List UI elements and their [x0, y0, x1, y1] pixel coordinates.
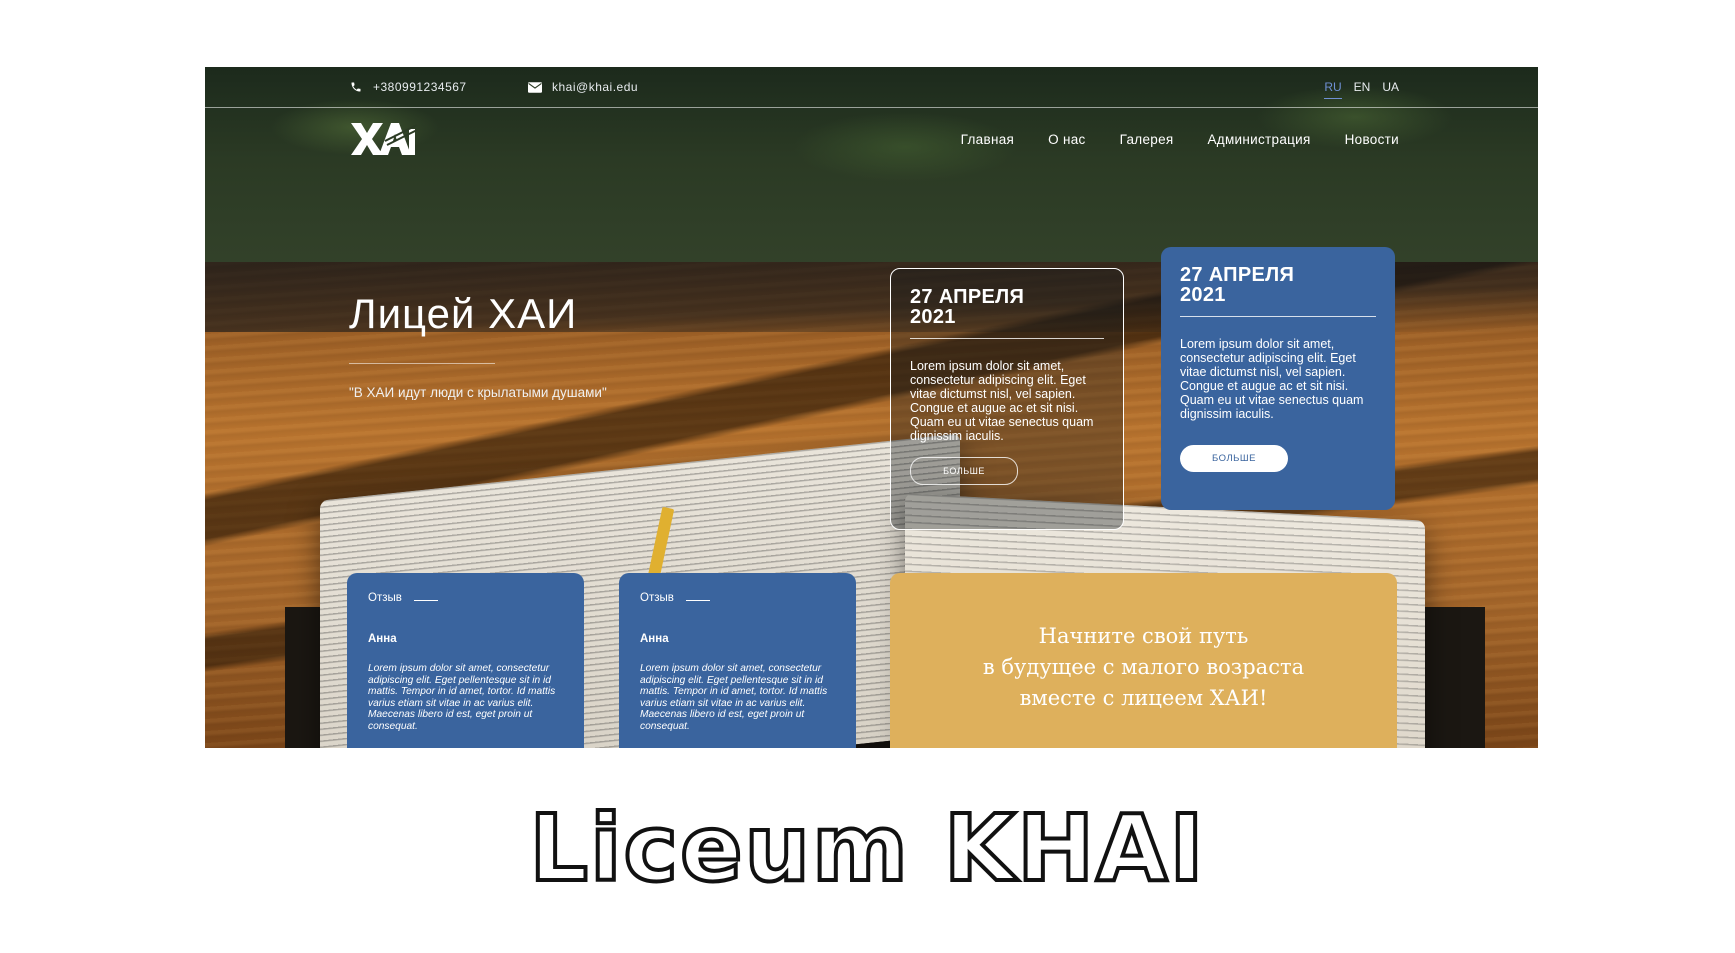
- email-address: khai@khai.edu: [552, 80, 639, 94]
- event-date: 27 АПРЕЛЯ 2021: [1180, 264, 1295, 306]
- main-nav: Главная О нас Галерея Администрация Ново…: [961, 132, 1399, 147]
- lang-ru[interactable]: RU: [1324, 80, 1342, 99]
- email-contact[interactable]: khai@khai.edu: [528, 80, 638, 94]
- nav-gallery[interactable]: Галерея: [1120, 132, 1174, 147]
- review-card: Отзыв Анна Lorem ipsum dolor sit amet, c…: [619, 573, 856, 748]
- review-label-row: Отзыв: [640, 592, 835, 604]
- promo-line: в будущее с малого возраста: [982, 655, 1305, 679]
- hero-title: Лицей ХАИ: [349, 290, 578, 337]
- phone-number: +380991234567: [373, 80, 467, 94]
- review-card: Отзыв Анна Lorem ipsum dolor sit amet, c…: [347, 573, 584, 748]
- nav-news[interactable]: Новости: [1345, 132, 1399, 147]
- promo-text: Начните свой путь в будущее с малого воз…: [890, 621, 1397, 714]
- nav-home[interactable]: Главная: [961, 132, 1014, 147]
- event-divider: [910, 338, 1104, 339]
- phone-icon: [349, 80, 363, 94]
- nav-administration[interactable]: Администрация: [1207, 132, 1310, 147]
- more-button[interactable]: БОЛЬШЕ: [910, 457, 1018, 485]
- event-text: Lorem ipsum dolor sit amet, consectetur …: [1180, 337, 1364, 421]
- event-card-outline: 27 АПРЕЛЯ 2021 Lorem ipsum dolor sit ame…: [890, 268, 1124, 530]
- language-switcher: RU EN UA: [1324, 80, 1399, 99]
- review-author: Анна: [640, 633, 669, 645]
- lang-en[interactable]: EN: [1354, 80, 1371, 99]
- promo-line: Начните свой путь: [1038, 624, 1249, 648]
- review-label-row: Отзыв: [368, 592, 563, 604]
- phone-contact[interactable]: +380991234567: [349, 80, 467, 94]
- caption-title: Liceum KHAI: [527, 793, 1206, 904]
- review-dash: [685, 599, 710, 601]
- event-date: 27 АПРЕЛЯ 2021: [910, 286, 1025, 328]
- khai-logo[interactable]: [349, 119, 419, 159]
- hero-section: +380991234567 khai@khai.edu RU EN UA Гла…: [205, 67, 1538, 748]
- promo-line: вместе с лицеем ХАИ!: [1019, 686, 1268, 710]
- hero-divider: [349, 363, 495, 364]
- review-dash: [413, 599, 438, 601]
- top-bar: +380991234567 khai@khai.edu RU EN UA: [205, 67, 1538, 108]
- envelope-icon: [528, 80, 542, 94]
- review-label: Отзыв: [368, 592, 402, 604]
- review-label: Отзыв: [640, 592, 674, 604]
- more-button[interactable]: БОЛЬШЕ: [1180, 445, 1288, 472]
- hero-quote: "В ХАИ идут люди с крылатыми душами": [349, 385, 607, 400]
- review-text: Lorem ipsum dolor sit amet, consectetur …: [640, 663, 828, 732]
- lang-ua[interactable]: UA: [1382, 80, 1399, 99]
- review-author: Анна: [368, 633, 397, 645]
- event-divider: [1180, 316, 1376, 317]
- nav-about[interactable]: О нас: [1048, 132, 1085, 147]
- promo-block: Начните свой путь в будущее с малого воз…: [890, 573, 1397, 748]
- event-text: Lorem ipsum dolor sit amet, consectetur …: [910, 359, 1094, 443]
- event-card-blue: 27 АПРЕЛЯ 2021 Lorem ipsum dolor sit ame…: [1161, 247, 1395, 510]
- review-text: Lorem ipsum dolor sit amet, consectetur …: [368, 663, 556, 732]
